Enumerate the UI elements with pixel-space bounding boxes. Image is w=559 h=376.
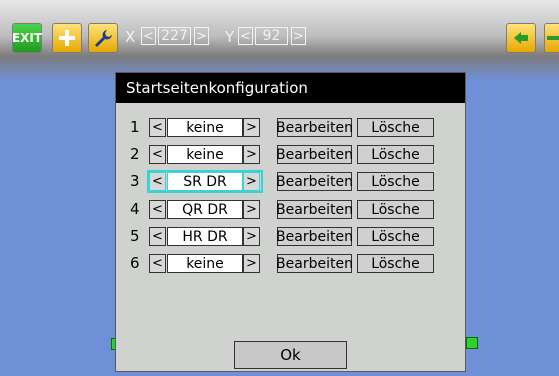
wrench-icon	[95, 30, 112, 47]
row-number: 4	[130, 200, 140, 218]
row-number: 2	[130, 145, 140, 163]
x-decrement-button[interactable]: <	[141, 27, 156, 45]
arrow-left-icon	[514, 32, 528, 44]
ok-button[interactable]: Ok	[234, 341, 347, 369]
config-row-2: 2 < keine > Bearbeiten Lösche	[116, 143, 465, 165]
y-decrement-button[interactable]: <	[238, 27, 253, 45]
row-number: 6	[130, 254, 140, 272]
background-marker	[466, 337, 478, 349]
add-icon	[59, 30, 75, 46]
row-number: 1	[130, 118, 140, 136]
next-option-button[interactable]: >	[243, 145, 260, 164]
top-toolbar: EXIT X < 227 > Y < 92 >	[0, 0, 559, 80]
delete-button[interactable]: Lösche	[357, 172, 434, 191]
config-row-6: 6 < keine > Bearbeiten Lösche	[116, 252, 465, 274]
next-option-button[interactable]: >	[243, 254, 260, 273]
edit-button[interactable]: Bearbeiten	[276, 227, 353, 246]
page-select-value[interactable]: keine	[167, 118, 243, 137]
next-option-button[interactable]: >	[243, 118, 260, 137]
add-button[interactable]	[52, 23, 82, 53]
page-select-value[interactable]: keine	[167, 145, 243, 164]
previous-option-button[interactable]: <	[149, 172, 166, 191]
previous-option-button[interactable]: <	[149, 118, 166, 137]
next-option-button[interactable]: >	[243, 227, 260, 246]
previous-option-button[interactable]: <	[149, 254, 166, 273]
config-row-1: 1 < keine > Bearbeiten Lösche	[116, 116, 465, 138]
back-button[interactable]	[506, 23, 536, 53]
config-row-3: 3 < SR DR > Bearbeiten Lösche	[116, 170, 465, 193]
page-select-value[interactable]: QR DR	[167, 200, 243, 219]
tools-button[interactable]	[88, 23, 118, 53]
delete-button[interactable]: Lösche	[357, 145, 434, 164]
y-value-field[interactable]: 92	[255, 27, 288, 45]
arrow-right-icon	[547, 36, 559, 40]
edit-button[interactable]: Bearbeiten	[276, 200, 353, 219]
y-increment-button[interactable]: >	[291, 27, 306, 45]
x-label: X	[125, 28, 136, 46]
previous-option-button[interactable]: <	[149, 145, 166, 164]
forward-button[interactable]	[544, 23, 559, 53]
delete-button[interactable]: Lösche	[357, 118, 434, 137]
delete-button[interactable]: Lösche	[357, 254, 434, 273]
edit-button[interactable]: Bearbeiten	[276, 172, 353, 191]
page-select-value[interactable]: keine	[167, 254, 243, 273]
previous-option-button[interactable]: <	[149, 227, 166, 246]
x-increment-button[interactable]: >	[194, 27, 209, 45]
dialog-title: Startseitenkonfiguration	[116, 73, 465, 103]
delete-button[interactable]: Lösche	[357, 200, 434, 219]
exit-button[interactable]: EXIT	[12, 23, 42, 53]
previous-option-button[interactable]: <	[149, 200, 166, 219]
edit-button[interactable]: Bearbeiten	[276, 254, 353, 273]
x-value-field[interactable]: 227	[158, 27, 191, 45]
page-select-value[interactable]: HR DR	[167, 227, 243, 246]
y-label: Y	[225, 28, 235, 46]
config-row-4: 4 < QR DR > Bearbeiten Lösche	[116, 198, 465, 220]
edit-button[interactable]: Bearbeiten	[276, 118, 353, 137]
homepage-config-dialog: Startseitenkonfiguration 1 < keine > Bea…	[115, 72, 466, 372]
page-select-value[interactable]: SR DR	[167, 172, 243, 191]
row-number: 3	[130, 172, 140, 190]
row-number: 5	[130, 227, 140, 245]
config-row-5: 5 < HR DR > Bearbeiten Lösche	[116, 225, 465, 247]
delete-button[interactable]: Lösche	[357, 227, 434, 246]
next-option-button[interactable]: >	[243, 172, 260, 191]
next-option-button[interactable]: >	[243, 200, 260, 219]
edit-button[interactable]: Bearbeiten	[276, 145, 353, 164]
